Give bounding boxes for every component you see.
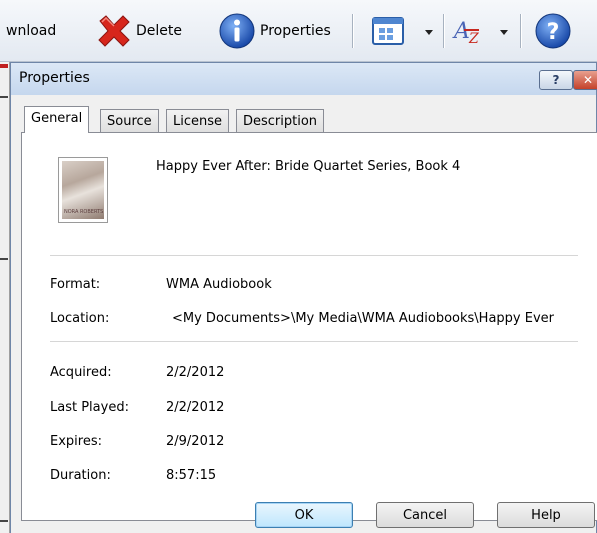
toolbar-separator [352,14,353,48]
help-toolbar-button[interactable]: ? [534,0,572,62]
titlebar-help-button[interactable]: ? [539,70,573,90]
svg-text:A: A [452,19,470,44]
format-label: Format: [50,277,101,292]
background-window-edge [0,62,10,533]
properties-dialog: Properties ? ✕ General Source License De… [10,62,597,533]
tab-label: License [173,114,223,129]
titlebar-close-button[interactable]: ✕ [573,70,597,90]
delete-x-icon [96,13,132,49]
toolbar: wnload Delete Properties A Z ? [0,0,597,62]
svg-text:?: ? [547,20,560,45]
tab-description[interactable]: Description [236,109,325,133]
tab-label: General [31,111,83,126]
download-button[interactable]: wnload [6,0,56,62]
edge-marker [0,258,8,260]
duration-value: 8:57:15 [166,468,217,483]
last-played-label: Last Played: [50,400,129,415]
tab-source[interactable]: Source [100,109,159,133]
acquired-label: Acquired: [50,365,112,380]
help-circle-icon: ? [534,12,572,50]
dialog-client-area: General Source License Description NORA … [11,95,597,533]
delete-label: Delete [136,23,182,39]
view-grid-icon [372,16,404,46]
ok-label: OK [294,507,314,523]
tab-license[interactable]: License [166,109,230,133]
view-mode-dropdown-arrow[interactable] [425,30,433,35]
cover-author-text: NORA ROBERTS [64,209,104,215]
toolbar-separator [443,14,444,48]
info-icon [218,12,256,50]
format-value: WMA Audiobook [166,277,272,292]
acquired-value: 2/2/2012 [166,365,225,380]
dialog-title: Properties [19,70,90,86]
cancel-label: Cancel [402,507,448,523]
ok-button[interactable]: OK [255,502,353,528]
tab-label: Source [107,114,152,129]
download-label: wnload [6,23,57,39]
question-icon: ? [552,73,560,87]
book-title: Happy Ever After: Bride Quartet Series, … [156,159,461,174]
properties-button[interactable]: Properties [218,0,331,62]
divider [50,255,578,256]
dialog-titlebar[interactable]: Properties ? ✕ [11,63,597,95]
edge-marker [0,64,8,68]
edge-marker [0,96,8,98]
general-tab-panel: NORA ROBERTS Happy Ever After: Bride Qua… [21,132,597,521]
sort-dropdown-arrow[interactable] [500,30,508,35]
divider [50,341,578,342]
tab-label: Description [243,114,318,129]
close-icon: ✕ [582,73,594,87]
svg-text:Z: Z [468,31,479,47]
location-label: Location: [50,311,110,326]
last-played-value: 2/2/2012 [166,400,225,415]
help-label: Help [531,507,561,523]
edge-marker [0,520,8,522]
delete-button[interactable]: Delete [96,0,182,62]
sort-az-icon: A Z [452,14,488,48]
expires-label: Expires: [50,434,102,449]
toolbar-separator [520,14,521,48]
book-cover-image: NORA ROBERTS [58,157,108,223]
sort-button[interactable]: A Z [452,0,488,62]
duration-label: Duration: [50,468,111,483]
help-button[interactable]: Help [497,502,595,528]
tab-general[interactable]: General [24,106,90,133]
view-mode-button[interactable] [372,0,404,62]
location-value: <My Documents>\My Media\WMA Audiobooks\H… [172,311,555,326]
properties-label: Properties [260,23,331,39]
cancel-button[interactable]: Cancel [376,502,474,528]
expires-value: 2/9/2012 [166,434,225,449]
